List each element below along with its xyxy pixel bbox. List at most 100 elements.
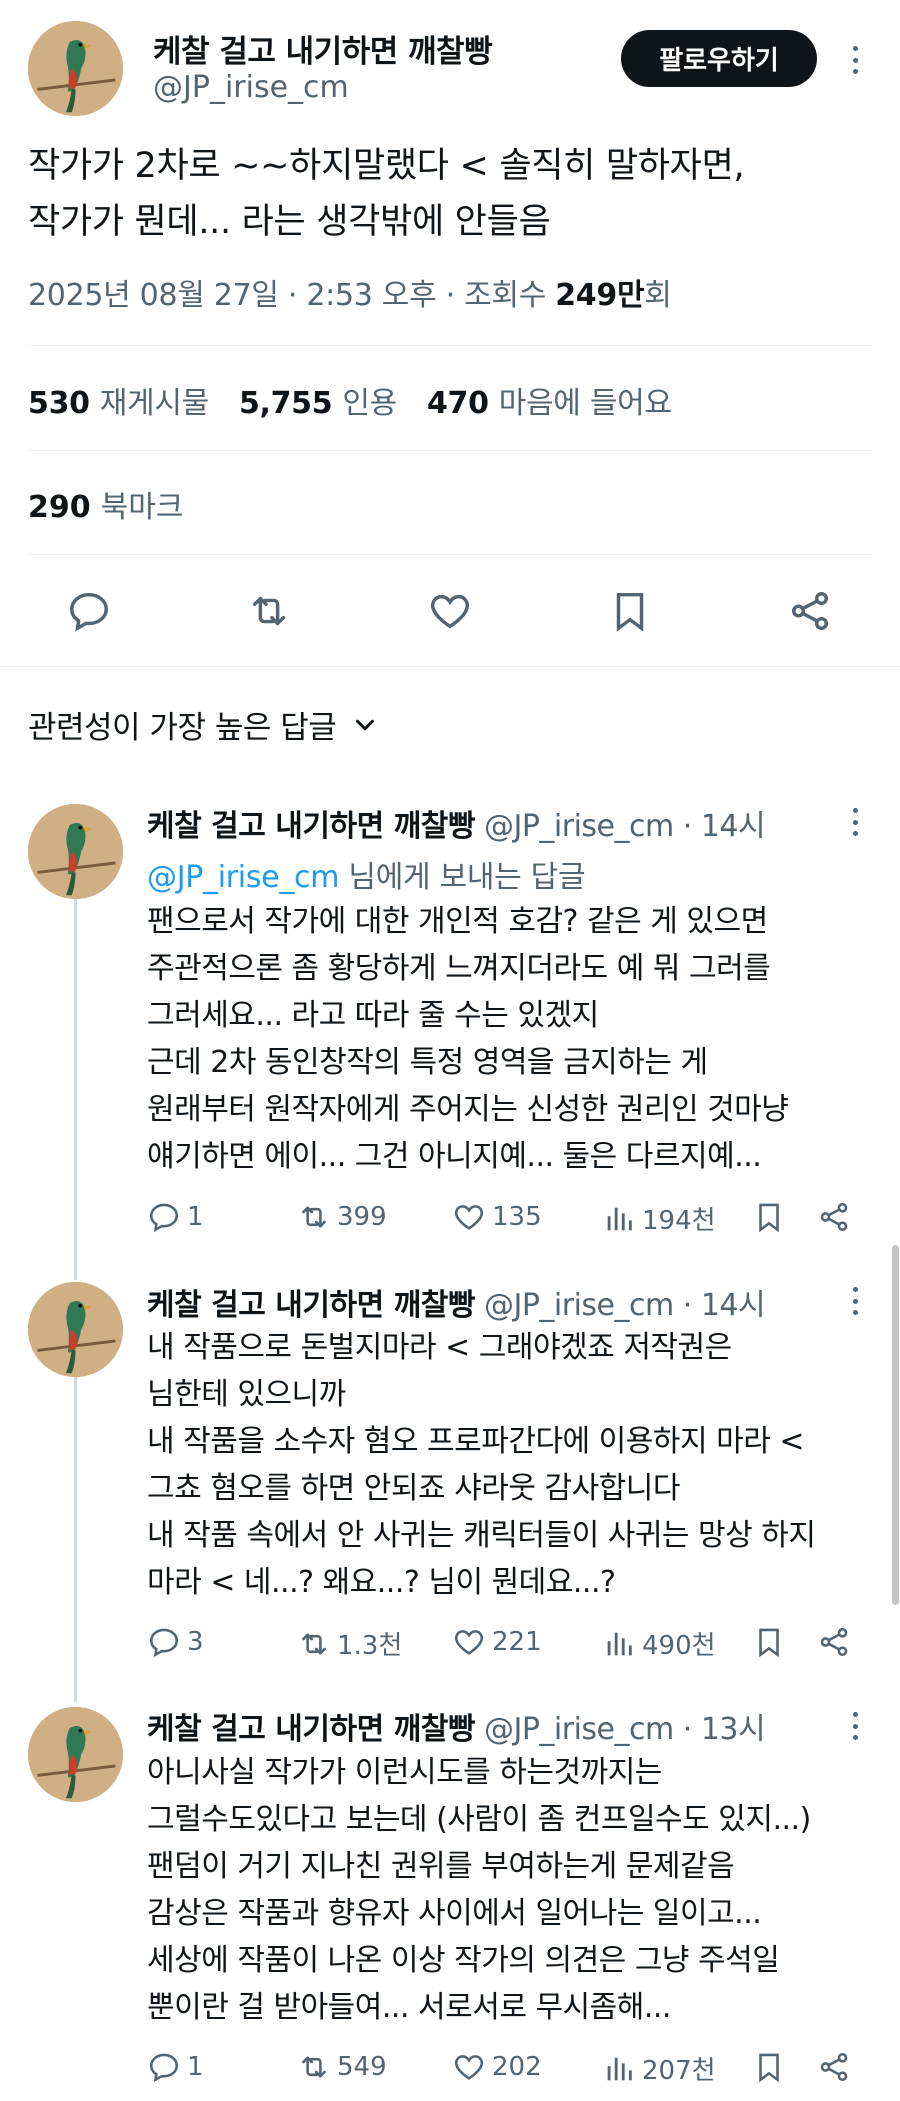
like-icon (454, 1630, 484, 1655)
share-icon[interactable] (787, 588, 833, 634)
like-count-button[interactable]: 221 (452, 1625, 542, 1659)
bookmark-icon (759, 1628, 779, 1658)
share-icon (820, 1202, 848, 1232)
chevron-down-icon (356, 719, 375, 730)
thread-line (74, 1372, 77, 1702)
views-count: 490천 (642, 1631, 716, 1661)
avatar-image (28, 1707, 123, 1802)
reply-header: 케찰 걸고 내기하면 깨찰빵 @JP_irise_cm · 13시 (147, 1704, 766, 1748)
repost-icon (302, 1633, 326, 1654)
reply-line: 주관적으론 좀 황당하게 느껴지더라도 예 뭐 그러를 (147, 951, 771, 986)
reply-count: 1 (187, 1202, 204, 1232)
repost-icon[interactable] (246, 588, 292, 634)
reply-line: 얘기하면 에이... 그건 아니지예... 둘은 다르지예... (147, 1139, 762, 1174)
like-count: 202 (492, 2052, 542, 2082)
avatar[interactable] (28, 804, 123, 899)
share-button[interactable] (817, 2050, 851, 2084)
bookmark-icon (759, 1203, 779, 1233)
share-icon (820, 1627, 848, 1657)
reply-line: 마라 < 네...? 왜요...? 님이 뭔데요...? (147, 1565, 616, 1600)
reply-icon[interactable] (66, 588, 112, 634)
bookmark-button[interactable] (752, 1200, 786, 1234)
like-count-button[interactable]: 202 (452, 2050, 542, 2084)
repost-icon (302, 1206, 326, 1228)
bookmark-button[interactable] (752, 2050, 786, 2084)
reply-line: 내 작품을 소수자 혐오 프로파간다에 이용하지 마라 < (147, 1424, 805, 1459)
reply-icon (149, 2053, 179, 2083)
share-button[interactable] (817, 1200, 851, 1234)
reply-author-name[interactable]: 케찰 걸고 내기하면 깨찰빵 (147, 1712, 475, 1747)
reply-author-name[interactable]: 케찰 걸고 내기하면 깨찰빵 (147, 809, 475, 844)
reply-header: 케찰 걸고 내기하면 깨찰빵 @JP_irise_cm · 14시 (147, 801, 766, 845)
reply-to-suffix: 님에게 보내는 답글 (339, 860, 586, 895)
divider (0, 666, 900, 667)
views-count-button[interactable]: 194천 (602, 1200, 716, 1237)
reply-count-button[interactable]: 1 (147, 2050, 204, 2084)
reply-line: 내 작품 속에서 안 사귀는 캐릭터들이 사귀는 망상 하지 (147, 1518, 816, 1553)
reply-line: 감상은 작품과 향유자 사이에서 일어나는 일이고... (147, 1896, 762, 1931)
follow-button[interactable]: 팔로우하기 (621, 30, 817, 87)
reply-line: 그러세요... 라고 따라 줄 수는 있겠지 (147, 998, 599, 1033)
author-name[interactable]: 케찰 걸고 내기하면 깨찰빵 (153, 26, 493, 71)
avatar[interactable] (28, 1707, 123, 1802)
reply-time[interactable]: · 13시 (674, 1712, 766, 1747)
reply-line: 근데 2차 동인창작의 특정 영역을 금지하는 게 (147, 1045, 708, 1080)
tweet-date[interactable]: 2025년 08월 27일 · 2:53 오후 · 조회수 (28, 278, 555, 313)
reply-author-name[interactable]: 케찰 걸고 내기하면 깨찰빵 (147, 1288, 475, 1323)
reposts-stat[interactable]: 530 재게시물 (28, 378, 209, 422)
reply-author-handle[interactable]: @JP_irise_cm (484, 1288, 674, 1323)
tweet-text: 작가가 2차로 ~~하지말랬다 < 솔직히 말하자면, 작가가 뭔데... 라는… (28, 138, 878, 250)
bookmark-button[interactable] (752, 1625, 786, 1659)
repost-count-button[interactable]: 1.3천 (297, 1625, 402, 1662)
scrollbar[interactable] (892, 1245, 899, 1605)
more-options-icon[interactable] (851, 1712, 859, 1740)
reply-icon (149, 1628, 179, 1658)
reply-author-handle[interactable]: @JP_irise_cm (484, 1712, 674, 1747)
reply-time[interactable]: · 14시 (674, 1288, 766, 1323)
avatar-image (28, 804, 123, 899)
reply-actions: 1 399 135 194천 (147, 1200, 867, 1240)
reply-icon (149, 1203, 179, 1233)
repost-count-button[interactable]: 549 (297, 2050, 387, 2084)
reply-count-button[interactable]: 3 (147, 1625, 204, 1659)
tweet-text-line: 작가가 뭔데... 라는 생각밖에 안들음 (28, 202, 551, 242)
author-handle[interactable]: @JP_irise_cm (153, 70, 349, 105)
avatar[interactable] (28, 21, 123, 116)
more-options-icon[interactable] (851, 46, 859, 74)
like-icon (454, 2055, 484, 2080)
sort-label: 관련성이 가장 높은 답글 (28, 710, 337, 746)
reply-count-button[interactable]: 1 (147, 1200, 204, 1234)
avatar-image (28, 21, 123, 116)
views-count-button[interactable]: 490천 (602, 1625, 716, 1662)
bookmark-icon[interactable] (607, 588, 653, 634)
mention-link[interactable]: @JP_irise_cm (147, 860, 339, 895)
more-options-icon[interactable] (851, 808, 859, 836)
share-icon (820, 2052, 848, 2082)
avatar[interactable] (28, 1282, 123, 1377)
tweet-text-line: 작가가 2차로 ~~하지말랬다 < 솔직히 말하자면, (28, 146, 745, 186)
bookmarks-stat[interactable]: 290 북마크 (28, 482, 183, 526)
divider (28, 450, 872, 451)
likes-stat[interactable]: 470 마음에 들어요 (427, 378, 672, 422)
quotes-stat[interactable]: 5,755 인용 (239, 378, 397, 422)
like-count: 221 (492, 1627, 542, 1657)
reply-line: 아니사실 작가가 이런시도를 하는것까지는 (147, 1755, 662, 1790)
views-count: 207천 (642, 2056, 716, 2086)
views-count-button[interactable]: 207천 (602, 2050, 716, 2087)
reply-line: 그쵸 혐오를 하면 안되죠 샤라웃 감사합니다 (147, 1471, 680, 1506)
reply-line: 뿐이란 걸 받아들여... 서로서로 무시좀해... (147, 1990, 671, 2025)
reply-text: 아니사실 작가가 이런시도를 하는것까지는 그럴수도있다고 보는데 (사람이 좀… (147, 1749, 867, 2031)
reply-time[interactable]: · 14시 (674, 809, 766, 844)
more-options-icon[interactable] (851, 1287, 859, 1315)
reply-author-handle[interactable]: @JP_irise_cm (484, 809, 674, 844)
analytics-icon (607, 2057, 632, 2080)
repost-count-button[interactable]: 399 (297, 1200, 387, 1234)
like-icon[interactable] (427, 588, 473, 634)
reply-line: 님한테 있으니까 (147, 1377, 346, 1412)
reply-sort-dropdown[interactable]: 관련성이 가장 높은 답글 (28, 702, 380, 747)
like-count-button[interactable]: 135 (452, 1200, 542, 1234)
views-count: 194천 (642, 1206, 716, 1236)
share-button[interactable] (817, 1625, 851, 1659)
like-count: 135 (492, 1202, 542, 1232)
reply-line: 그럴수도있다고 보는데 (사람이 좀 컨프일수도 있지...) (147, 1802, 811, 1837)
